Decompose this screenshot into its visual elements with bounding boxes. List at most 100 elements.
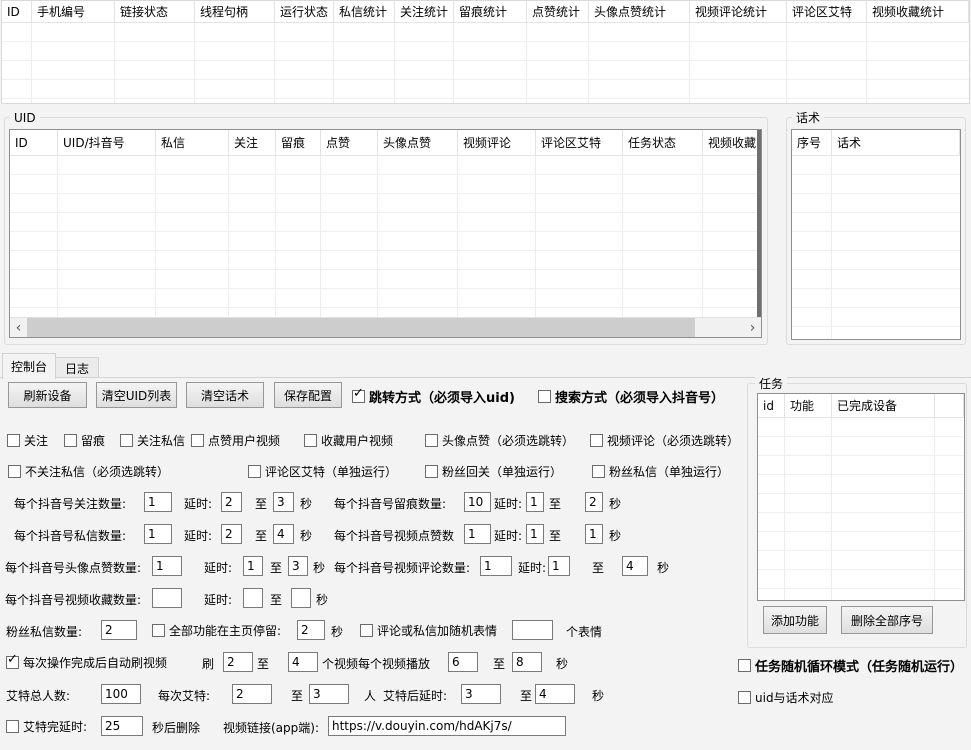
stay-homepage-checkbox[interactable]: 全部功能在主页停留: xyxy=(152,620,281,640)
delay-label: 延时: xyxy=(518,559,546,576)
avatar-like-delay-from-input[interactable] xyxy=(243,556,263,576)
uid-table-body[interactable] xyxy=(10,156,761,318)
col-link-status[interactable]: 链接状态 xyxy=(115,1,195,22)
delay-label: 延时: xyxy=(494,495,522,512)
col-thread-handle[interactable]: 线程句柄 xyxy=(195,1,275,22)
sec-label: 秒 xyxy=(300,495,312,512)
sec-label: 秒 xyxy=(657,559,669,576)
uid-horizontal-scrollbar[interactable]: ‹ › xyxy=(10,317,761,337)
follow-delay-to-input[interactable] xyxy=(273,492,294,512)
device-table: ID 手机编号 链接状态 线程句柄 运行状态 私信统计 关注统计 留痕统计 点赞… xyxy=(1,0,970,104)
video-fav-delay-from-input[interactable] xyxy=(243,588,263,608)
uid-col-video-fav[interactable]: 视频收藏 xyxy=(703,130,761,155)
device-table-body[interactable] xyxy=(2,23,969,103)
col-avatar-like-stat[interactable]: 头像点赞统计 xyxy=(589,1,690,22)
checkbox-avatar-like[interactable]: 头像点赞（必须选跳转） xyxy=(425,430,574,450)
uid-vertical-scrollbar[interactable] xyxy=(757,130,761,318)
random-loop-checkbox[interactable]: 任务随机循环模式（任务随机运行） xyxy=(738,655,963,675)
uid-col-avatar-like[interactable]: 头像点赞 xyxy=(378,130,458,155)
device-table-header: ID 手机编号 链接状态 线程句柄 运行状态 私信统计 关注统计 留痕统计 点赞… xyxy=(2,1,969,23)
fans-dm-count-input[interactable] xyxy=(101,620,137,640)
video-link-input[interactable] xyxy=(328,716,566,736)
checkbox-follow[interactable]: 关注 xyxy=(7,430,48,450)
video-like-delay-to-input[interactable] xyxy=(585,524,603,544)
jump-mode-checkbox[interactable]: ✓ 跳转方式（必须导入uid) xyxy=(352,386,515,406)
uid-script-match-checkbox[interactable]: uid与话术对应 xyxy=(738,687,834,707)
task-col-id[interactable]: id xyxy=(758,394,785,417)
uid-col-like[interactable]: 点赞 xyxy=(321,130,378,155)
uid-col-id[interactable]: ID xyxy=(10,130,58,155)
checkbox-video-comment[interactable]: 视频评论（必须选跳转） xyxy=(590,430,739,450)
checkbox-no-follow-dm[interactable]: 不关注私信（必须选跳转） xyxy=(8,461,169,481)
at-delete-delay-input[interactable] xyxy=(101,716,143,736)
checkbox-comment-at[interactable]: 评论区艾特（单独运行） xyxy=(248,461,397,481)
scroll-right-button[interactable]: › xyxy=(744,318,761,337)
checkbox-fans-dm[interactable]: 粉丝私信（单独运行） xyxy=(592,461,729,481)
col-like-stat[interactable]: 点赞统计 xyxy=(527,1,589,22)
col-run-status[interactable]: 运行状态 xyxy=(275,1,334,22)
col-id[interactable]: ID xyxy=(2,1,32,22)
task-col-done-devices[interactable]: 已完成设备 xyxy=(832,394,935,417)
checkbox-fans-follow-back[interactable]: 粉丝回关（单独运行） xyxy=(425,461,562,481)
uid-col-comment-at[interactable]: 评论区艾特 xyxy=(536,130,623,155)
search-mode-checkbox[interactable]: 搜索方式（必须导入抖音号） xyxy=(538,386,724,406)
uid-col-dm[interactable]: 私信 xyxy=(156,130,229,155)
emoji-count-input[interactable] xyxy=(512,620,553,640)
video-comment-delay-to-input[interactable] xyxy=(622,556,648,576)
uid-scroll-thumb[interactable] xyxy=(27,318,695,337)
uid-scroll-track[interactable] xyxy=(695,318,744,337)
checkbox-box xyxy=(304,434,317,447)
dm-count-input[interactable] xyxy=(144,524,172,544)
script-col-text[interactable]: 话术 xyxy=(832,130,960,155)
trace-count-input[interactable] xyxy=(464,492,491,512)
tab-log[interactable]: 日志 xyxy=(55,357,99,379)
col-video-comment-stat[interactable]: 视频评论统计 xyxy=(690,1,787,22)
checkbox-trace[interactable]: 留痕 xyxy=(64,430,105,450)
at-delete-checkbox[interactable]: 艾特完延时: xyxy=(6,716,87,736)
add-function-button[interactable]: 添加功能 xyxy=(763,606,827,634)
random-emoji-checkbox[interactable]: 评论或私信加随机表情 xyxy=(360,620,497,640)
checkbox-like-user-video[interactable]: 点赞用户视频 xyxy=(191,430,280,450)
col-trace-stat[interactable]: 留痕统计 xyxy=(454,1,527,22)
uid-col-video-comment[interactable]: 视频评论 xyxy=(458,130,536,155)
checkbox-follow-dm[interactable]: 关注私信 xyxy=(120,430,185,450)
uid-col-task-status[interactable]: 任务状态 xyxy=(623,130,703,155)
to-label: 至 xyxy=(549,527,561,544)
col-comment-at[interactable]: 评论区艾特 xyxy=(787,1,867,22)
delete-all-serial-button[interactable]: 删除全部序号 xyxy=(841,606,933,634)
video-like-count-input[interactable] xyxy=(464,524,491,544)
stay-seconds-input[interactable] xyxy=(297,620,325,640)
col-follow-stat[interactable]: 关注统计 xyxy=(395,1,454,22)
tab-console[interactable]: 控制台 xyxy=(2,353,56,379)
uid-col-follow[interactable]: 关注 xyxy=(229,130,276,155)
avatar-like-delay-to-input[interactable] xyxy=(288,556,308,576)
uid-col-uid[interactable]: UID/抖音号 xyxy=(58,130,156,155)
dm-delay-from-input[interactable] xyxy=(221,524,242,544)
dm-delay-to-input[interactable] xyxy=(273,524,294,544)
col-phone-no[interactable]: 手机编号 xyxy=(32,1,115,22)
checkbox-box xyxy=(738,659,751,672)
script-col-index[interactable]: 序号 xyxy=(792,130,832,155)
task-col-function[interactable]: 功能 xyxy=(785,394,832,417)
uid-col-trace[interactable]: 留痕 xyxy=(276,130,321,155)
follow-delay-from-input[interactable] xyxy=(221,492,242,512)
col-dm-stat[interactable]: 私信统计 xyxy=(334,1,395,22)
col-video-fav-stat[interactable]: 视频收藏统计 xyxy=(867,1,969,22)
video-comment-delay-from-input[interactable] xyxy=(548,556,570,576)
checkbox-fav-user-video[interactable]: 收藏用户视频 xyxy=(304,430,393,450)
trace-delay-from-input[interactable] xyxy=(526,492,544,512)
checkbox-label: 关注 xyxy=(24,432,48,449)
avatar-like-count-input[interactable] xyxy=(152,556,182,576)
video-comment-count-input[interactable] xyxy=(480,556,512,576)
trace-delay-to-input[interactable] xyxy=(585,492,603,512)
video-fav-count-input[interactable] xyxy=(152,588,182,608)
avatar-like-count-label: 每个抖音号头像点赞数量: xyxy=(5,559,141,576)
video-fav-delay-to-input[interactable] xyxy=(291,588,311,608)
scroll-left-button[interactable]: ‹ xyxy=(10,318,27,337)
checkbox-label: 不关注私信（必须选跳转） xyxy=(25,463,169,480)
task-table-body[interactable] xyxy=(758,418,964,600)
script-table-body[interactable] xyxy=(792,156,960,339)
follow-count-input[interactable] xyxy=(144,492,172,512)
uid-table: ID UID/抖音号 私信 关注 留痕 点赞 头像点赞 视频评论 评论区艾特 任… xyxy=(9,129,762,338)
video-like-delay-from-input[interactable] xyxy=(526,524,544,544)
